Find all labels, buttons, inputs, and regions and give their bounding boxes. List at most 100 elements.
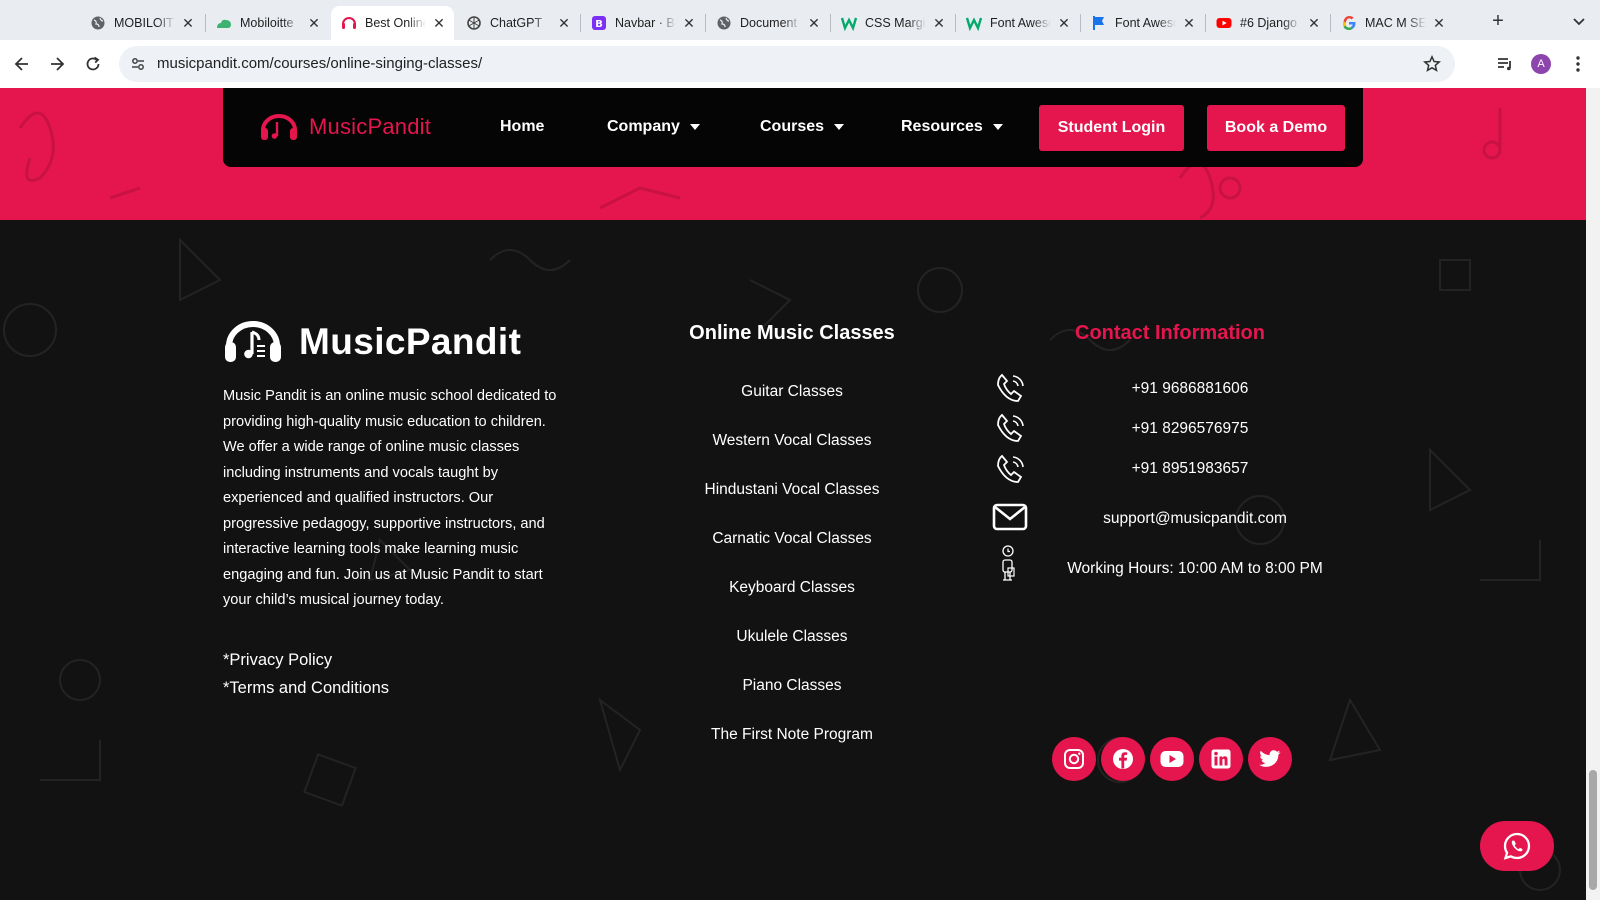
about-paragraph: Music Pandit is an online music school d… — [223, 388, 557, 608]
close-tab-icon[interactable]: ✕ — [680, 14, 698, 32]
nav-courses[interactable]: Courses — [760, 118, 845, 136]
close-tab-icon[interactable]: ✕ — [1180, 14, 1198, 32]
terms-link[interactable]: *Terms and Conditions — [223, 679, 389, 698]
browser-tab[interactable]: ChatGPT ✕ — [456, 6, 579, 40]
avatar-letter: A — [1537, 58, 1545, 70]
facebook-icon — [1113, 749, 1133, 769]
bookmark-star-icon[interactable] — [1421, 53, 1443, 75]
browser-tab[interactable]: Font Awesome ✕ — [956, 6, 1079, 40]
hero-banner: MusicPandit Home Company Courses Resourc… — [0, 88, 1586, 220]
nav-home[interactable]: Home — [500, 118, 544, 136]
scrollbar-thumb[interactable] — [1589, 770, 1597, 890]
browser-tab[interactable]: Font Awesome ✕ — [1081, 6, 1204, 40]
address-bar[interactable]: musicpandit.com/courses/online-singing-c… — [119, 46, 1455, 82]
plus-icon: + — [1492, 9, 1504, 32]
footer-logo[interactable]: MusicPandit — [223, 320, 521, 364]
url-text: musicpandit.com/courses/online-singing-c… — [157, 55, 483, 72]
course-link-guitar[interactable]: Guitar Classes — [642, 383, 942, 401]
close-tab-icon[interactable]: ✕ — [805, 14, 823, 32]
tab-title: MOBILOITTE — [114, 16, 175, 30]
linkedin-link[interactable] — [1199, 737, 1243, 781]
new-tab-button[interactable]: + — [1486, 9, 1510, 33]
course-link-carnatic-vocal[interactable]: Carnatic Vocal Classes — [642, 530, 942, 548]
nav-company[interactable]: Company — [607, 118, 700, 136]
caret-down-icon — [689, 124, 700, 130]
navbar-logo[interactable]: MusicPandit — [259, 112, 431, 142]
facebook-link[interactable] — [1101, 737, 1145, 781]
twitter-link[interactable] — [1248, 737, 1292, 781]
tab-title: ChatGPT — [490, 16, 543, 30]
globe-icon — [90, 15, 106, 31]
instagram-link[interactable] — [1052, 737, 1096, 781]
headphones-logo-icon — [261, 114, 297, 140]
book-demo-button[interactable]: Book a Demo — [1207, 105, 1345, 151]
page-scrollbar[interactable] — [1586, 88, 1600, 900]
navbar-logo-text: MusicPandit — [309, 114, 432, 139]
browser-tab[interactable]: CSS Margin ✕ — [831, 6, 954, 40]
student-login-button[interactable]: Student Login — [1039, 105, 1184, 151]
close-tab-icon[interactable]: ✕ — [930, 14, 948, 32]
browser-toolbar: musicpandit.com/courses/online-singing-c… — [0, 40, 1600, 88]
web-page: MusicPandit Home Company Courses Resourc… — [0, 88, 1586, 900]
google-icon — [1341, 15, 1357, 31]
bootstrap-icon: B — [591, 15, 607, 31]
browser-tab[interactable]: #6 Django ✕ — [1206, 6, 1329, 40]
flag-icon — [1091, 15, 1107, 31]
nav-home-label: Home — [500, 118, 545, 135]
tab-title: Font Awesome — [990, 16, 1051, 30]
tab-title: #6 Django — [1240, 16, 1297, 30]
chrome-menu-button[interactable] — [1566, 52, 1590, 76]
browser-tab-active[interactable]: Best Online ✕ — [331, 6, 454, 40]
linkedin-icon — [1211, 749, 1231, 769]
close-tab-icon[interactable]: ✕ — [1430, 14, 1448, 32]
forward-button[interactable] — [45, 52, 69, 76]
kebab-menu-icon — [1576, 56, 1580, 72]
youtube-icon — [1160, 751, 1184, 767]
browser-tab[interactable]: B Navbar · Bootstrap ✕ — [581, 6, 704, 40]
browser-tab[interactable]: Mobiloitte ✕ — [206, 6, 329, 40]
globe-icon — [716, 15, 732, 31]
nav-resources-label: Resources — [901, 118, 983, 135]
course-link-ukulele[interactable]: Ukulele Classes — [642, 628, 942, 646]
course-link-first-note[interactable]: The First Note Program — [642, 726, 942, 744]
svg-text:B: B — [595, 19, 603, 30]
course-link-western-vocal[interactable]: Western Vocal Classes — [642, 432, 942, 450]
close-tab-icon[interactable]: ✕ — [1055, 14, 1073, 32]
back-button[interactable] — [10, 52, 34, 76]
tab-title: MAC M SERIES — [1365, 16, 1426, 30]
phone-number-3[interactable]: +91 8951983657 — [1080, 460, 1300, 478]
nav-resources[interactable]: Resources — [901, 118, 1003, 136]
site-settings-icon[interactable] — [127, 53, 149, 75]
headphones-logo-icon — [225, 321, 281, 362]
close-tab-icon[interactable]: ✕ — [1305, 14, 1323, 32]
support-email[interactable]: support@musicpandit.com — [1065, 510, 1325, 528]
whatsapp-icon — [1503, 832, 1531, 860]
course-link-hindustani-vocal[interactable]: Hindustani Vocal Classes — [642, 481, 942, 499]
close-tab-icon[interactable]: ✕ — [555, 14, 573, 32]
instagram-icon — [1064, 749, 1084, 769]
nav-courses-label: Courses — [760, 118, 825, 135]
reload-button[interactable] — [81, 52, 105, 76]
media-controls-button[interactable] — [1493, 52, 1517, 76]
course-link-keyboard[interactable]: Keyboard Classes — [642, 579, 942, 597]
tab-search-button[interactable] — [1567, 9, 1591, 33]
browser-tab[interactable]: MOBILOITTE ✕ — [80, 6, 203, 40]
close-tab-icon[interactable]: ✕ — [305, 14, 323, 32]
privacy-policy-link[interactable]: *Privacy Policy — [223, 651, 332, 670]
course-link-piano[interactable]: Piano Classes — [642, 677, 942, 695]
phone-number-1[interactable]: +91 9686881606 — [1080, 380, 1300, 398]
twitter-icon — [1259, 750, 1281, 767]
tab-title: Navbar · Bootstrap — [615, 16, 676, 30]
profile-button[interactable]: A — [1529, 52, 1553, 76]
w3schools-icon — [841, 15, 857, 31]
browser-tab[interactable]: Document ✕ — [706, 6, 829, 40]
youtube-link[interactable] — [1150, 737, 1194, 781]
browser-tab[interactable]: MAC M SERIES ✕ — [1331, 6, 1454, 40]
tab-title: Mobiloitte — [240, 16, 294, 30]
footer-brand-text: MusicPandit — [299, 321, 522, 362]
nav-company-label: Company — [607, 118, 680, 135]
close-tab-icon[interactable]: ✕ — [179, 14, 197, 32]
close-tab-icon[interactable]: ✕ — [430, 14, 448, 32]
whatsapp-chat-button[interactable] — [1480, 821, 1554, 871]
phone-number-2[interactable]: +91 8296576975 — [1080, 420, 1300, 438]
